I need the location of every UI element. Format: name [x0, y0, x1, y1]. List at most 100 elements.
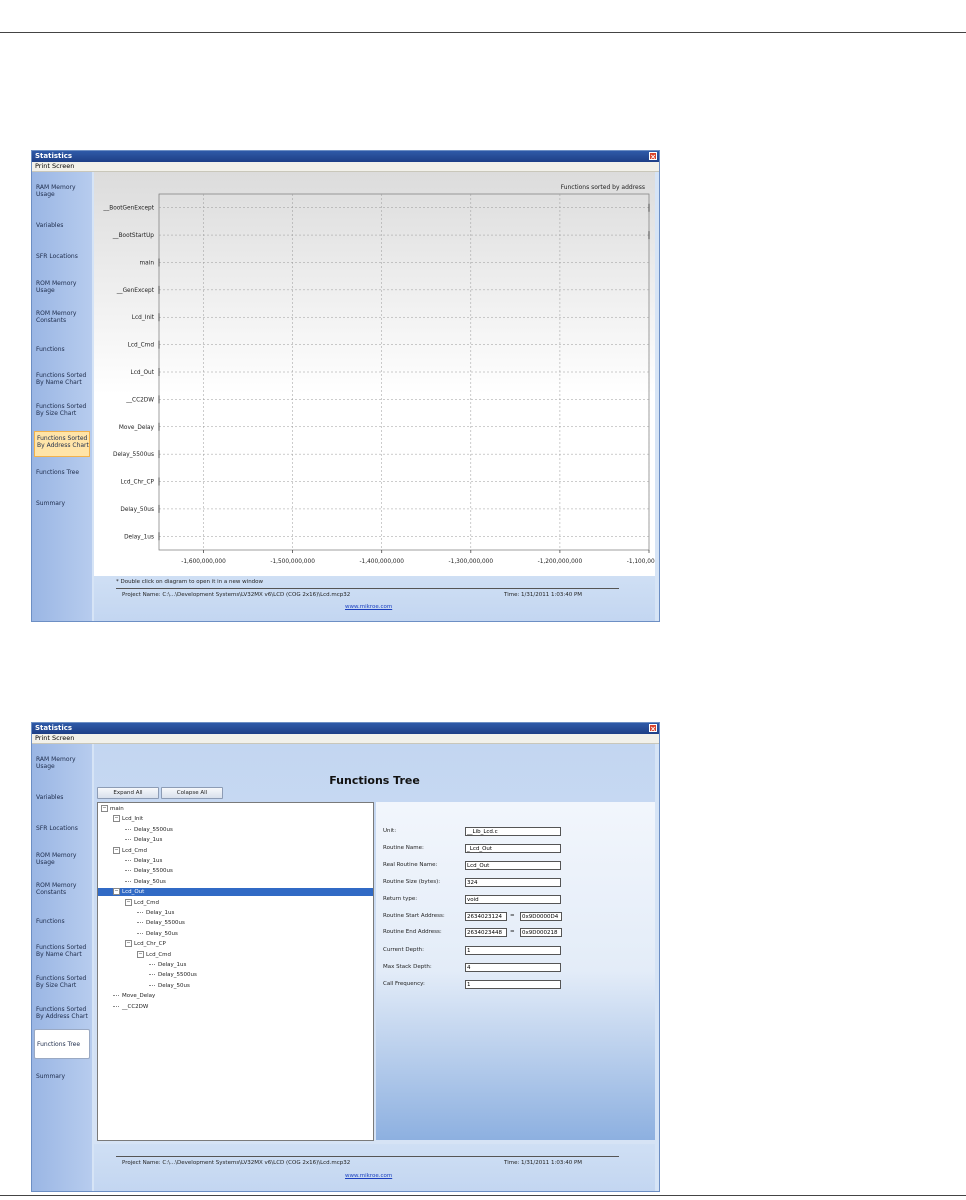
tree-node[interactable]: − main [101, 805, 124, 813]
sidebar-item-rom-usage[interactable]: ROM Memory Usage [34, 280, 90, 294]
tree-connector-line [125, 870, 131, 872]
collapse-toggle-icon[interactable]: − [101, 805, 108, 812]
end-address-dec-field[interactable]: 2634023448 [465, 928, 507, 937]
tree-node[interactable]: Delay_5500us [149, 971, 197, 979]
sidebar-item-functions[interactable]: Functions [34, 918, 90, 925]
collapse-all-button[interactable]: Colapse All [161, 787, 223, 799]
sidebar-item-summary[interactable]: Summary [34, 500, 90, 507]
category-label: __BootStartUp [112, 233, 155, 239]
category-label: Lcd_Out [130, 370, 154, 376]
collapse-toggle-icon[interactable]: − [125, 898, 132, 906]
tree-node-label: main [110, 806, 124, 812]
tree-node[interactable]: Delay_5500us [137, 919, 185, 927]
sidebar-item-sorted-by-size[interactable]: Functions Sorted By Size Chart [34, 403, 90, 417]
tree-node[interactable]: Delay_50us [137, 930, 178, 938]
close-icon[interactable]: × [649, 152, 657, 161]
tree-node[interactable]: Delay_1us [137, 909, 174, 917]
tree-node-label: Delay_1us [146, 910, 175, 916]
call-frequency-field[interactable]: 1 [465, 980, 561, 989]
x-tick-label: -1,500,000,000 [270, 559, 315, 565]
tree-node[interactable]: − Lcd_Cmd [113, 846, 147, 855]
tree-node[interactable]: − Lcd_Cmd [137, 950, 171, 959]
sidebar-item-functions-tree[interactable]: Functions Tree [34, 1029, 90, 1059]
close-icon[interactable]: × [649, 724, 657, 733]
collapse-toggle-icon[interactable]: − [113, 815, 120, 823]
timestamp: Time: 1/31/2011 1:03:40 PM [504, 1160, 583, 1166]
mikroe-link[interactable]: www.mikroe.com [345, 1173, 392, 1179]
sidebar-item-variables[interactable]: Variables [34, 794, 90, 801]
sidebar-item-sorted-by-name[interactable]: Functions Sorted By Name Chart [34, 372, 90, 386]
tree-node[interactable]: Delay_50us [149, 982, 190, 990]
chart-canvas: -1,600,000,000 -1,500,000,000 -1,400,000,0… [102, 184, 655, 565]
tree-node[interactable]: Delay_5500us [125, 867, 173, 875]
sidebar-item-ram-usage[interactable]: RAM Memory Usage [34, 756, 90, 770]
tree-connector-line [125, 880, 131, 882]
tree-node[interactable]: Delay_1us [125, 857, 162, 865]
window-title: Statistics [35, 724, 73, 732]
collapse-toggle-icon[interactable]: − [137, 950, 144, 958]
current-depth-field[interactable]: 1 [465, 946, 561, 955]
chart-hint-text: * Double click on diagram to open it in … [116, 579, 264, 585]
collapse-toggle-icon[interactable]: − [113, 888, 120, 896]
functions-tree[interactable]: − main − Lcd_Init Delay_5500us Delay_1us − Lcd_… [97, 802, 374, 1141]
category-label: Lcd_Chr_CP [120, 480, 154, 486]
chart-title: Functions sorted by address [561, 184, 645, 191]
window-title: Statistics [35, 152, 73, 160]
sidebar-item-sorted-by-size[interactable]: Functions Sorted By Size Chart [34, 975, 90, 989]
start-address-hex-field[interactable]: 0x9D0000D4 [520, 912, 562, 921]
collapse-toggle-icon[interactable]: − [113, 846, 120, 854]
sidebar-item-variables[interactable]: Variables [34, 222, 90, 229]
address-chart[interactable]: -1,600,000,000 -1,500,000,000 -1,400,000,0… [94, 172, 655, 576]
sidebar: RAM Memory Usage Variables SFR Locations… [32, 172, 92, 621]
mikroe-link[interactable]: www.mikroe.com [345, 604, 392, 610]
tree-node[interactable]: __CC2DW [113, 1003, 148, 1011]
tree-node[interactable]: − Lcd_Chr_CP [125, 940, 166, 948]
sidebar-item-rom-constants[interactable]: ROM Memory Constants [34, 310, 90, 324]
sidebar-item-rom-usage[interactable]: ROM Memory Usage [34, 852, 90, 866]
tree-node[interactable]: Move_Delay [113, 992, 155, 1000]
sidebar-item-sorted-by-name[interactable]: Functions Sorted By Name Chart [34, 944, 90, 958]
menu-print-screen[interactable]: Print Screen [35, 734, 74, 742]
collapse-toggle-icon[interactable]: − [125, 940, 132, 948]
call-frequency-label: Call Frequency: [383, 981, 425, 987]
tree-node[interactable]: Delay_1us [125, 836, 162, 844]
start-address-dec-field[interactable]: 2634023124 [465, 912, 507, 921]
end-address-hex-field[interactable]: 0x9D000218 [520, 928, 562, 937]
sidebar-item-functions[interactable]: Functions [34, 346, 90, 353]
routine-name-field[interactable]: _Lcd_Out [465, 844, 561, 853]
return-type-field[interactable]: void [465, 895, 561, 904]
real-routine-name-field[interactable]: Lcd_Out [465, 861, 561, 870]
tree-connector-line [149, 964, 155, 965]
expand-all-button[interactable]: Expand All [97, 787, 159, 799]
tree-node-label: Delay_5500us [158, 972, 197, 979]
sidebar-item-summary[interactable]: Summary [34, 1073, 90, 1080]
x-tick-label: -1,200,000,000 [538, 559, 583, 565]
routine-size-label: Routine Size (bytes): [383, 879, 441, 885]
sidebar-item-sorted-by-address[interactable]: Functions Sorted By Address Chart [34, 431, 90, 457]
x-tick-label: -1,400,000,000 [359, 559, 404, 565]
unit-field[interactable]: __Lib_Lcd.c [465, 827, 561, 836]
tree-node[interactable]: Delay_50us [125, 878, 166, 886]
sidebar-item-ram-usage[interactable]: RAM Memory Usage [34, 184, 90, 198]
tree-node[interactable]: Delay_1us [149, 961, 186, 969]
end-address-equals: = [510, 929, 515, 935]
routine-size-field[interactable]: 324 [465, 878, 561, 887]
menu-print-screen[interactable]: Print Screen [35, 162, 74, 170]
max-stack-depth-field[interactable]: 4 [465, 963, 561, 972]
window-titlebar: Statistics × [32, 151, 659, 162]
tree-node[interactable]: − Lcd_Init [113, 815, 143, 823]
tree-node[interactable]: − Lcd_Cmd [125, 898, 159, 907]
footer-divider [116, 588, 619, 589]
footer-panel: * Double click on diagram to open it in … [94, 576, 655, 621]
x-tick-label: -1,600,000,000 [181, 559, 226, 565]
sidebar-item-functions-tree[interactable]: Functions Tree [34, 469, 90, 476]
tree-connector-line [125, 828, 131, 830]
tree-node[interactable]: Delay_5500us [125, 826, 173, 834]
tree-node[interactable]: − Lcd_Out [98, 888, 373, 897]
sidebar-item-sfr-locations[interactable]: SFR Locations [34, 825, 90, 832]
real-routine-name-label: Real Routine Name: [383, 862, 438, 868]
sidebar-item-rom-constants[interactable]: ROM Memory Constants [34, 882, 90, 896]
tree-node-label: Delay_5500us [146, 920, 185, 927]
sidebar-item-sorted-by-address[interactable]: Functions Sorted By Address Chart [34, 1006, 90, 1020]
sidebar-item-sfr-locations[interactable]: SFR Locations [34, 253, 90, 260]
